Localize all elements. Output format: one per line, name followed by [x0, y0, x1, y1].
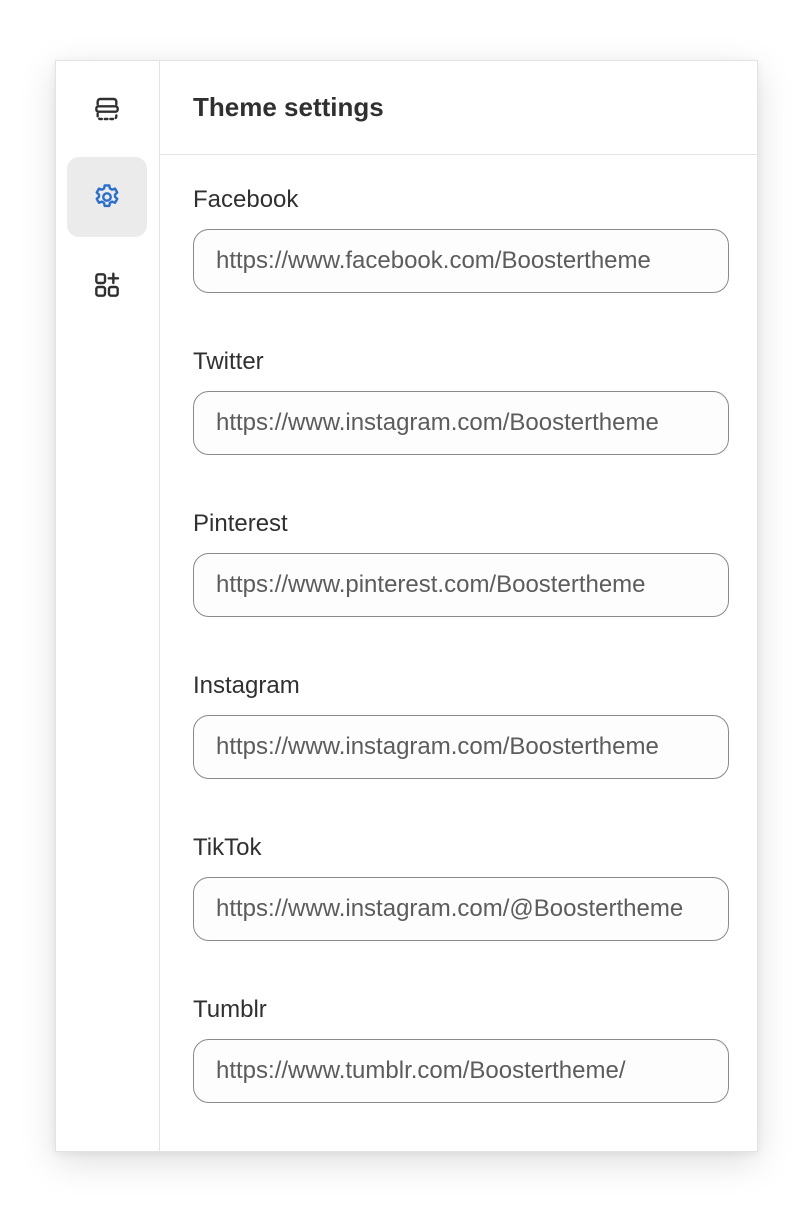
panel-header: Theme settings [160, 61, 757, 155]
theme-editor-panel: Theme settings Facebook Twitter Pinteres… [55, 60, 758, 1152]
sidebar-rail [56, 61, 160, 1151]
tumblr-url-input[interactable] [193, 1039, 729, 1103]
facebook-url-input[interactable] [193, 229, 729, 293]
sidebar-item-apps[interactable] [67, 245, 147, 325]
pinterest-url-input[interactable] [193, 553, 729, 617]
facebook-label: Facebook [193, 186, 299, 213]
twitter-label: Twitter [193, 348, 264, 375]
tumblr-field-group: Tumblr [193, 996, 757, 1151]
instagram-label: Instagram [193, 672, 300, 699]
instagram-url-input[interactable] [193, 715, 729, 779]
facebook-field-group: Facebook [193, 186, 757, 348]
tiktok-url-input[interactable] [193, 877, 729, 941]
instagram-field-group: Instagram [193, 672, 757, 834]
tiktok-label: TikTok [193, 834, 262, 861]
add-apps-icon [95, 272, 120, 297]
sections-icon [95, 97, 119, 121]
twitter-url-input[interactable] [193, 391, 729, 455]
pinterest-label: Pinterest [193, 510, 288, 537]
twitter-field-group: Twitter [193, 348, 757, 510]
pinterest-field-group: Pinterest [193, 510, 757, 672]
sidebar-item-theme-settings[interactable] [67, 157, 147, 237]
social-links-form: Facebook Twitter Pinterest Instagram Tik… [160, 155, 757, 1151]
tumblr-label: Tumblr [193, 996, 267, 1023]
sidebar-item-sections[interactable] [67, 69, 147, 149]
tiktok-field-group: TikTok [193, 834, 757, 996]
settings-panel: Theme settings Facebook Twitter Pinteres… [160, 61, 757, 1151]
page-title: Theme settings [193, 92, 384, 122]
gear-icon [95, 184, 119, 208]
